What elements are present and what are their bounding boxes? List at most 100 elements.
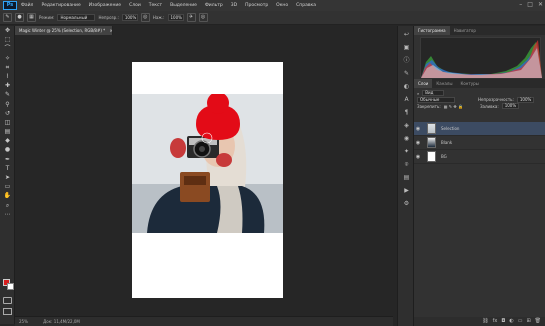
eraser-tool-icon[interactable]: ◫: [3, 119, 12, 127]
visibility-eye-icon[interactable]: ◉: [414, 140, 422, 146]
pen-tool-icon[interactable]: ✒: [3, 156, 12, 164]
brush-preset-icon[interactable]: ●: [15, 13, 24, 22]
close-tab-icon[interactable]: ×: [109, 28, 112, 33]
background-color-swatch[interactable]: [7, 283, 14, 290]
menu-layers[interactable]: Слои: [129, 3, 141, 8]
marquee-tool-icon[interactable]: ⬚: [3, 36, 12, 44]
menu-view[interactable]: Просмотр: [245, 3, 268, 8]
delete-layer-icon[interactable]: 🗑: [535, 317, 541, 326]
pressure-size-icon[interactable]: ◎: [198, 13, 208, 22]
minimize-button[interactable]: –: [519, 1, 522, 8]
eyedropper-tool-icon[interactable]: ⌇: [3, 73, 12, 81]
hand-tool-icon[interactable]: ✋: [3, 192, 12, 200]
history-panel-icon[interactable]: ↩: [402, 31, 411, 39]
add-mask-icon[interactable]: ◘: [501, 317, 505, 326]
flow-field[interactable]: 100%: [167, 14, 184, 21]
layer-name: Blank: [441, 140, 453, 145]
blur-tool-icon[interactable]: ◆: [3, 137, 12, 145]
paths-panel-icon[interactable]: ✦: [402, 148, 411, 156]
brush-panel-icon[interactable]: ▦: [27, 13, 36, 22]
window-controls: – □ ✕: [519, 1, 543, 8]
layer-row-selection[interactable]: ◉ Selection: [414, 122, 545, 136]
link-layers-icon[interactable]: ⛓: [482, 317, 488, 326]
healing-brush-tool-icon[interactable]: ✚: [3, 82, 12, 90]
channels-panel-icon[interactable]: ◉: [402, 135, 411, 143]
menu-window[interactable]: Окно: [276, 3, 288, 8]
tab-paths[interactable]: Контуры: [456, 79, 482, 88]
menu-file[interactable]: Файл: [21, 3, 33, 8]
airbrush-icon[interactable]: ✈: [186, 13, 196, 22]
new-group-icon[interactable]: ▭: [518, 317, 523, 326]
settings-panel-icon[interactable]: ⚙: [402, 200, 411, 208]
tool-preset-icon[interactable]: ✎: [3, 13, 12, 22]
pressure-opacity-icon[interactable]: ◎: [140, 13, 150, 22]
tab-histogram[interactable]: Гистограмма: [414, 26, 450, 35]
quick-mask-icon[interactable]: [3, 297, 12, 304]
lasso-tool-icon[interactable]: ⌒: [3, 45, 12, 53]
gradient-tool-icon[interactable]: ▤: [3, 128, 12, 136]
move-tool-icon[interactable]: ✥: [3, 27, 12, 35]
zoom-level[interactable]: 25%: [19, 319, 28, 324]
camera-panel-icon[interactable]: ⌾: [402, 161, 411, 169]
fill-field[interactable]: 100%: [501, 103, 520, 110]
layer-opacity-field[interactable]: 100%: [516, 96, 535, 103]
paragraph-panel-icon[interactable]: ¶: [402, 109, 411, 117]
document-tab[interactable]: Magic Winter @ 25% (Selection, RGB/8#) *…: [15, 26, 113, 35]
actions-panel-icon[interactable]: ▶: [402, 187, 411, 195]
dodge-tool-icon[interactable]: ●: [3, 146, 12, 154]
adjustments-panel-icon[interactable]: ◐: [402, 83, 411, 91]
menu-select[interactable]: Выделение: [170, 3, 197, 8]
tab-channels[interactable]: Каналы: [432, 79, 456, 88]
opacity-label: Непрозр.:: [98, 15, 119, 20]
layers-footer: ⛓ fx ◘ ◐ ▭ ⊞ 🗑: [414, 317, 545, 326]
magic-wand-tool-icon[interactable]: ✧: [3, 55, 12, 63]
history-brush-tool-icon[interactable]: ↺: [3, 110, 12, 118]
new-layer-icon[interactable]: ⊞: [526, 317, 530, 326]
clone-stamp-tool-icon[interactable]: ⚲: [3, 101, 12, 109]
layer-comps-icon[interactable]: ▤: [402, 174, 411, 182]
zoom-tool-icon[interactable]: ⌕: [3, 202, 12, 210]
visibility-eye-icon[interactable]: ◉: [414, 154, 422, 160]
maximize-button[interactable]: □: [527, 1, 533, 8]
visibility-eye-icon[interactable]: ◉: [414, 126, 422, 132]
type-tool-icon[interactable]: T: [3, 165, 12, 173]
tab-layers[interactable]: Слои: [414, 79, 433, 88]
menu-help[interactable]: Справка: [296, 3, 316, 8]
character-panel-icon[interactable]: A: [402, 96, 411, 104]
opacity-field[interactable]: 100%: [121, 14, 138, 21]
close-button[interactable]: ✕: [538, 1, 543, 8]
photo-image: [132, 94, 283, 233]
menu-edit[interactable]: Редактирование: [41, 3, 80, 8]
layer-style-icon[interactable]: fx: [493, 317, 498, 326]
layer-row-bg[interactable]: ◉ BG: [414, 150, 545, 164]
right-panels: Гистограмма Навигатор Слои Каналы Контур…: [414, 26, 545, 326]
menu-3d[interactable]: 3D: [231, 3, 237, 8]
menu-image[interactable]: Изображение: [89, 3, 121, 8]
flow-label: Наж.:: [152, 15, 165, 20]
blend-mode-select[interactable]: Обычные: [417, 96, 455, 103]
layer-row-blank[interactable]: ◉ Blank: [414, 136, 545, 150]
shape-tool-icon[interactable]: ▭: [3, 183, 12, 191]
document-canvas[interactable]: [132, 62, 283, 298]
path-selection-tool-icon[interactable]: ➤: [3, 174, 12, 182]
properties-panel-icon[interactable]: ▣: [402, 44, 411, 52]
layers-panel-icon[interactable]: ◈: [402, 122, 411, 130]
tab-navigator[interactable]: Навигатор: [450, 26, 480, 35]
options-bar: ✎ ● ▦ Режим: Нормальный Непрозр.: 100% ◎…: [0, 11, 545, 25]
info-panel-icon[interactable]: ⓘ: [402, 57, 411, 65]
blend-row: Обычные Непрозрачность: 100%: [414, 96, 545, 104]
brush-settings-icon[interactable]: ✎: [402, 70, 411, 78]
layer-filter-select[interactable]: Вид: [422, 90, 445, 97]
document-info: Док: 11,4М/22,0М: [43, 319, 80, 324]
mode-select[interactable]: Нормальный: [57, 14, 96, 21]
menu-filter[interactable]: Фильтр: [205, 3, 223, 8]
crop-tool-icon[interactable]: ⌗: [3, 64, 12, 72]
menu-type[interactable]: Текст: [149, 3, 162, 8]
brush-tool-icon[interactable]: ✎: [3, 91, 12, 99]
screen-mode-icon[interactable]: [3, 308, 12, 315]
layers-panel: Слои Каналы Контуры ⌕ Вид Обычные Непроз…: [414, 79, 545, 110]
layer-name: BG: [441, 154, 447, 159]
more-tools-icon[interactable]: ⋯: [3, 211, 12, 219]
lock-icons[interactable]: ▦ ✎ ✥ 🔒: [444, 104, 463, 109]
adjustment-layer-icon[interactable]: ◐: [509, 317, 513, 326]
